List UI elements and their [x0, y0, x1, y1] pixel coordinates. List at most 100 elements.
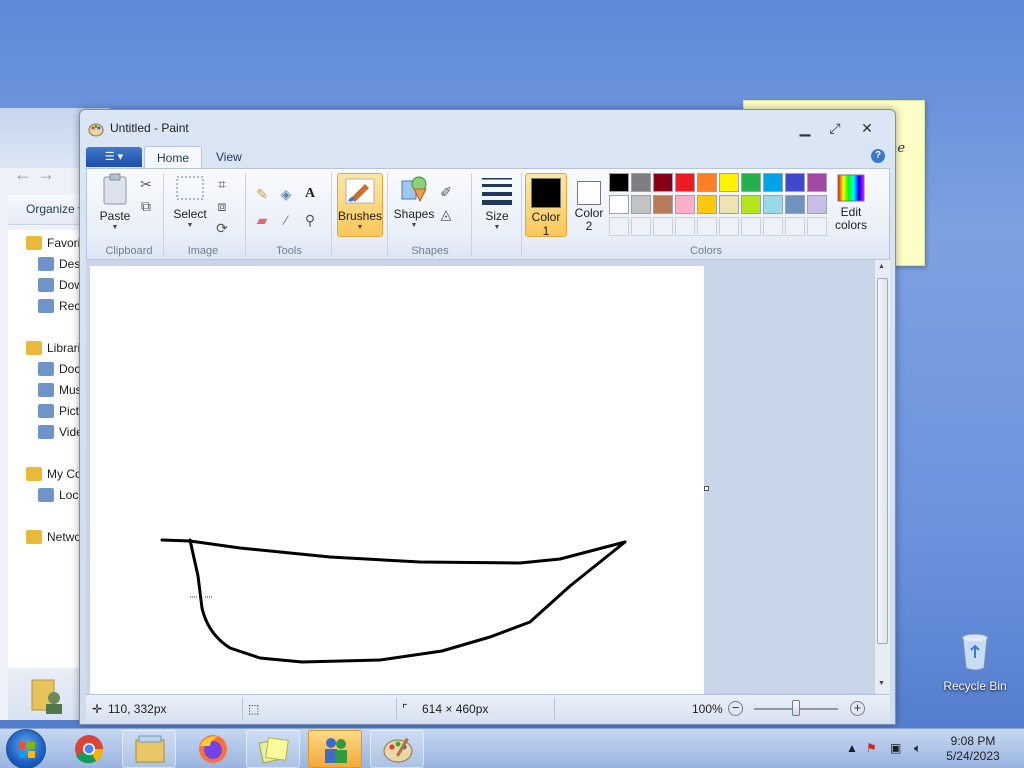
color1-button[interactable]: Color 1 — [525, 173, 567, 238]
crop-icon[interactable]: ⌗ — [213, 175, 231, 193]
show-hidden-icons-icon[interactable]: ▲ — [846, 741, 858, 755]
palette-swatch[interactable] — [719, 173, 739, 192]
palette-swatch[interactable] — [785, 195, 805, 214]
maximize-button[interactable]: ⤢ — [820, 118, 850, 138]
palette-swatch[interactable] — [741, 173, 761, 192]
palette-empty-swatch[interactable] — [719, 217, 739, 236]
sticky-notes-taskbar-button[interactable] — [246, 730, 300, 768]
status-divider — [396, 698, 397, 720]
rotate-icon[interactable]: ⟳ — [213, 219, 231, 237]
explorer-taskbar-button[interactable] — [122, 730, 176, 768]
palette-empty-swatch[interactable] — [653, 217, 673, 236]
color2-label: Color 2 — [574, 206, 604, 233]
eraser-icon[interactable]: ▰ — [253, 211, 271, 229]
nav-pane-item[interactable]: My Co — [26, 465, 82, 483]
pencil-icon[interactable]: ✎ — [253, 185, 271, 203]
palette-empty-swatch[interactable] — [631, 217, 651, 236]
palette-swatch[interactable] — [763, 195, 783, 214]
palette-empty-swatch[interactable] — [741, 217, 761, 236]
select-button[interactable]: Select ▼ — [169, 173, 211, 230]
fill-bucket-icon[interactable]: ◈ — [277, 185, 295, 203]
palette-swatch[interactable] — [697, 195, 717, 214]
explorer-back-forward[interactable]: ← → — [14, 164, 55, 185]
paint-app-icon — [88, 123, 104, 137]
palette-swatch[interactable] — [763, 173, 783, 192]
volume-icon[interactable]: 🔈︎ — [914, 741, 921, 756]
paint-menu-button[interactable]: ☰ ▾ — [86, 147, 142, 167]
copy-icon[interactable]: ⧉ — [137, 197, 155, 215]
tab-home[interactable]: Home — [144, 146, 203, 169]
paint-taskbar-button[interactable] — [370, 730, 424, 768]
palette-swatch[interactable] — [697, 173, 717, 192]
palette-swatch[interactable] — [653, 173, 673, 192]
palette-empty-swatch[interactable] — [807, 217, 827, 236]
system-clock[interactable]: 9:08 PM 5/24/2023 — [940, 734, 1006, 764]
color2-button[interactable]: Color 2 — [569, 173, 609, 233]
palette-swatch[interactable] — [631, 173, 651, 192]
palette-empty-swatch[interactable] — [697, 217, 717, 236]
palette-swatch[interactable] — [675, 195, 695, 214]
nav-pane-item[interactable]: Librarie — [26, 339, 87, 357]
text-tool-icon[interactable]: A — [301, 185, 319, 203]
chrome-taskbar-button[interactable] — [62, 730, 116, 768]
palette-swatch[interactable] — [653, 195, 673, 214]
trash-icon — [961, 633, 989, 671]
scroll-down-arrow[interactable]: ▼ — [878, 680, 885, 687]
palette-empty-swatch[interactable] — [675, 217, 695, 236]
nav-pane-item[interactable]: Networ — [26, 528, 85, 546]
close-button[interactable]: ✕ — [852, 118, 882, 138]
palette-empty-swatch[interactable] — [763, 217, 783, 236]
palette-swatch[interactable] — [719, 195, 739, 214]
nav-item-icon — [38, 299, 54, 313]
minimize-button[interactable]: ▁ — [790, 118, 820, 138]
palette-swatch[interactable] — [609, 195, 629, 214]
vertical-scrollbar[interactable]: ▲ ▼ — [874, 260, 890, 694]
scroll-up-arrow[interactable]: ▲ — [878, 263, 885, 270]
group-label-tools: Tools — [276, 245, 302, 257]
active-app-taskbar-button[interactable] — [308, 730, 362, 768]
palette-swatch[interactable] — [785, 173, 805, 192]
palette-empty-swatch[interactable] — [785, 217, 805, 236]
windows-logo-icon — [19, 742, 35, 758]
network-icon[interactable]: ▣ — [890, 741, 901, 755]
tab-view[interactable]: View — [204, 146, 254, 169]
drawing-canvas[interactable] — [90, 266, 704, 694]
recycle-bin-icon[interactable]: Recycle Bin — [942, 632, 1008, 693]
magnifier-icon[interactable]: ⚲ — [301, 211, 319, 229]
edit-colors-button[interactable]: Edit colors — [831, 173, 871, 232]
nav-pane-item[interactable]: Dow — [38, 276, 83, 294]
ribbon: Paste ▼ ✂ ⧉ Clipboard Select ▼ ⌗ ⧈ ⟳ Ima… — [86, 168, 890, 260]
fill-icon[interactable]: ◬ — [437, 205, 455, 223]
zoom-in-button[interactable]: + — [850, 701, 865, 716]
scroll-thumb[interactable] — [877, 278, 888, 644]
resize-icon[interactable]: ⧈ — [213, 197, 231, 215]
outline-icon[interactable]: ✐ — [437, 183, 455, 201]
paste-button[interactable]: Paste ▼ — [95, 173, 135, 232]
palette-swatch[interactable] — [807, 195, 827, 214]
palette-swatch[interactable] — [675, 173, 695, 192]
nav-pane-item[interactable]: Musi — [38, 381, 84, 399]
action-center-flag-icon[interactable]: ⚑ — [866, 741, 877, 755]
group-label-colors: Colors — [690, 245, 722, 257]
start-button[interactable] — [6, 729, 46, 768]
cut-icon[interactable]: ✂ — [137, 175, 155, 193]
canvas-resize-handle-right[interactable] — [704, 486, 709, 491]
palette-swatch[interactable] — [609, 173, 629, 192]
firefox-taskbar-button[interactable] — [186, 730, 240, 768]
brushes-button[interactable]: Brushes ▼ — [337, 173, 383, 237]
crosshair-cursor-icon — [190, 592, 212, 602]
zoom-slider-knob[interactable] — [792, 700, 800, 716]
paint-window: Untitled - Paint ▁ ⤢ ✕ ☰ ▾ Home View ? P… — [79, 109, 896, 725]
shapes-button[interactable]: Shapes ▼ — [393, 173, 435, 230]
palette-empty-swatch[interactable] — [609, 217, 629, 236]
help-icon[interactable]: ? — [871, 149, 885, 163]
nav-item-icon — [38, 278, 54, 292]
palette-swatch[interactable] — [741, 195, 761, 214]
nav-pane-item[interactable]: Favorit — [26, 234, 84, 252]
palette-swatch[interactable] — [807, 173, 827, 192]
zoom-out-button[interactable]: − — [728, 701, 743, 716]
paint-titlebar[interactable]: Untitled - Paint ▁ ⤢ ✕ — [80, 110, 895, 146]
color-picker-icon[interactable]: ⁄ — [277, 211, 295, 229]
palette-swatch[interactable] — [631, 195, 651, 214]
size-button[interactable]: Size ▼ — [477, 173, 517, 232]
